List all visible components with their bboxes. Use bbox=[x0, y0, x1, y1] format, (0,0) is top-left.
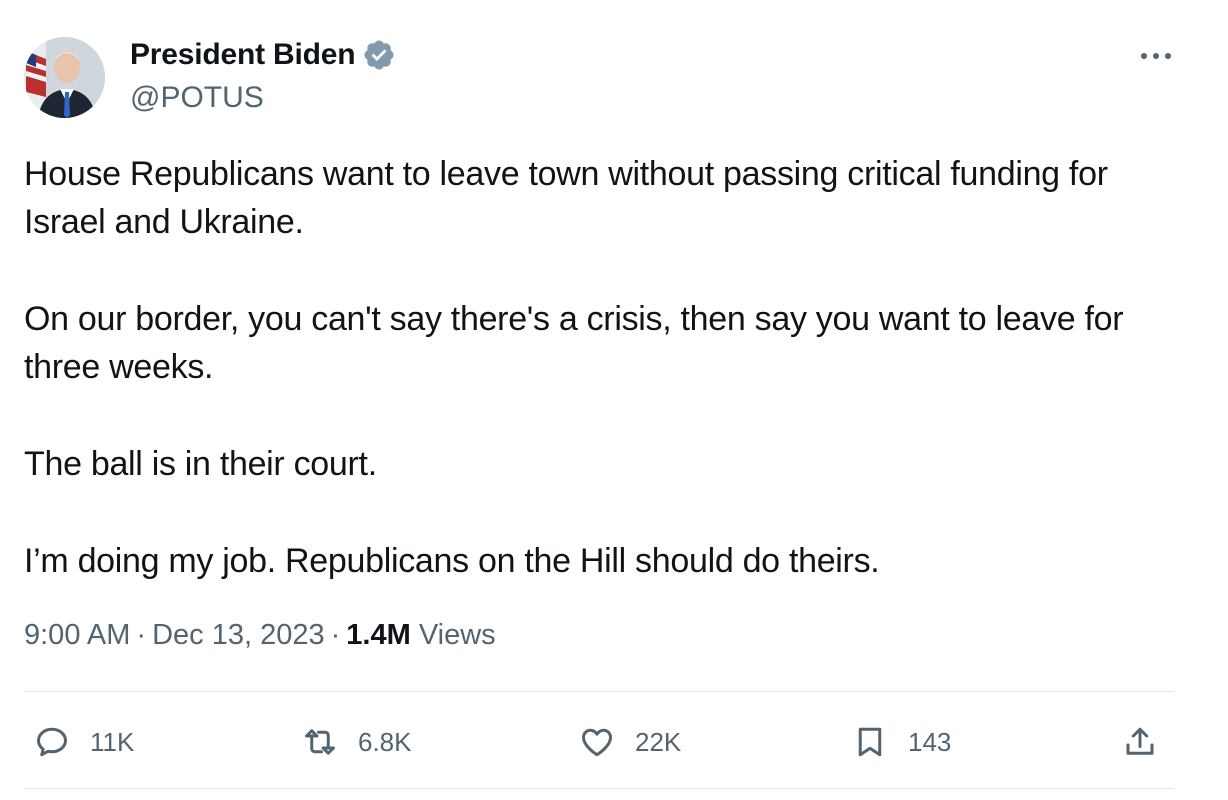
like-count: 22K bbox=[635, 726, 682, 757]
author-name-row[interactable]: President Biden bbox=[130, 38, 396, 72]
author-name[interactable]: President Biden bbox=[130, 38, 356, 72]
share-button[interactable] bbox=[1122, 716, 1158, 768]
like-button[interactable]: 22K bbox=[579, 716, 681, 768]
reply-count: 11K bbox=[90, 726, 135, 757]
tweet-meta: 9:00 AM · Dec 13, 2023 · 1.4M Views bbox=[24, 619, 496, 652]
divider bbox=[24, 691, 1174, 692]
tweet-paragraph: The ball is in their court. bbox=[24, 445, 377, 483]
bookmark-button[interactable]: 143 bbox=[852, 716, 951, 768]
tweet: President Biden @POTUS House Republicans… bbox=[0, 0, 1228, 800]
reply-icon bbox=[37, 727, 67, 757]
views-label[interactable]: Views bbox=[419, 619, 496, 651]
tweet-text: House Republicans want to leave town wit… bbox=[24, 150, 1174, 634]
bookmark-count: 143 bbox=[908, 726, 952, 757]
tweet-paragraph: House Republicans want to leave town wit… bbox=[24, 155, 1108, 241]
author-handle[interactable]: @POTUS bbox=[130, 81, 264, 115]
tweet-timestamp[interactable]: 9:00 AM bbox=[24, 619, 130, 651]
bookmark-icon bbox=[858, 727, 882, 757]
meta-separator: · bbox=[330, 619, 341, 651]
heart-icon bbox=[582, 728, 612, 757]
tweet-date[interactable]: Dec 13, 2023 bbox=[152, 619, 325, 651]
action-bar: 11K 6.8K 22K 143 bbox=[24, 716, 1174, 768]
avatar-image bbox=[24, 37, 105, 118]
share-icon bbox=[1126, 727, 1154, 755]
views-count: 1.4M bbox=[346, 619, 411, 651]
divider bbox=[24, 788, 1174, 789]
reply-button[interactable]: 11K bbox=[34, 716, 134, 768]
retweet-button[interactable]: 6.8K bbox=[302, 716, 412, 768]
avatar[interactable] bbox=[24, 37, 105, 118]
retweet-count: 6.8K bbox=[358, 726, 412, 757]
more-options-icon[interactable] bbox=[1138, 44, 1174, 68]
meta-separator: · bbox=[136, 619, 147, 651]
tweet-paragraph: On our border, you can't say there's a c… bbox=[24, 300, 1124, 386]
retweet-icon bbox=[305, 729, 335, 755]
tweet-paragraph: I’m doing my job. Republicans on the Hil… bbox=[24, 542, 880, 580]
verified-badge-icon[interactable] bbox=[362, 38, 396, 72]
